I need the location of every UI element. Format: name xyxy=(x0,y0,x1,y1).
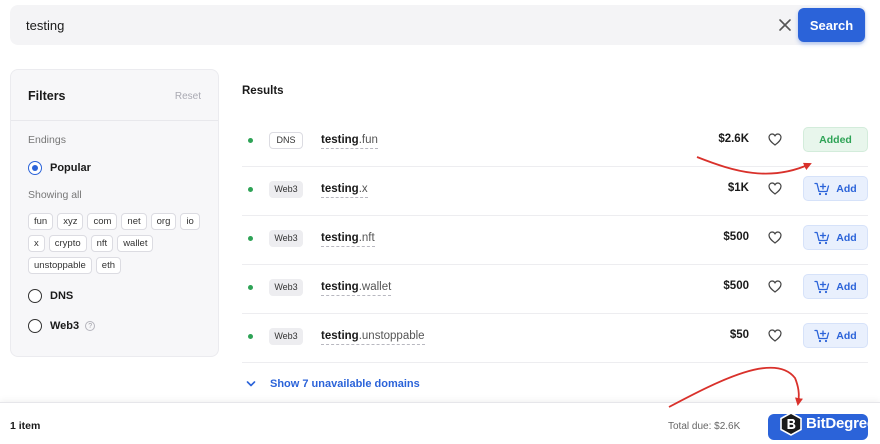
results-title: Results xyxy=(242,85,284,97)
radio-dns-control[interactable] xyxy=(28,289,42,303)
filters-divider xyxy=(11,120,218,121)
status-dot xyxy=(248,138,253,143)
cart-item-count: 1 item xyxy=(10,420,41,432)
domain-ext: .wallet xyxy=(358,281,392,293)
domain-price: $50 xyxy=(729,329,749,341)
ending-chip[interactable]: org xyxy=(150,213,177,230)
ending-chip[interactable]: nft xyxy=(90,235,114,252)
result-row: DNS testing.fun $2.6K Added xyxy=(242,118,868,167)
ending-chip[interactable]: xyz xyxy=(57,213,84,230)
domain-ext: .nft xyxy=(358,232,375,244)
ending-chip[interactable]: x xyxy=(28,235,45,252)
search-input[interactable] xyxy=(26,5,726,45)
type-badge: DNS xyxy=(269,132,303,149)
show-unavailable-label: Show 7 unavailable domains xyxy=(270,378,420,390)
cart-bar: 1 item Total due: $2.6K xyxy=(0,402,880,444)
domain-base: testing xyxy=(321,134,359,146)
cart-total-due: Total due: $2.6K xyxy=(668,421,741,432)
search-button[interactable]: Search xyxy=(798,8,865,42)
showing-label: Showing all xyxy=(28,189,82,201)
search-bar: Search xyxy=(10,5,866,45)
ending-chip[interactable]: unstoppable xyxy=(28,257,92,274)
filters-panel: Filters Reset Endings Popular Showing al… xyxy=(10,69,219,357)
add-to-cart-button[interactable]: Add xyxy=(803,323,868,348)
ending-chip[interactable]: wallet xyxy=(117,235,154,252)
bitdegree-logo-text: BitDegree xyxy=(806,415,876,432)
filters-title: Filters xyxy=(28,89,66,103)
ending-chip[interactable]: crypto xyxy=(48,235,87,252)
radio-web3-label: Web3 xyxy=(50,320,80,332)
heart-icon[interactable] xyxy=(768,329,782,342)
radio-popular[interactable]: Popular xyxy=(28,161,91,175)
domain-ext: .x xyxy=(358,183,368,195)
status-dot xyxy=(248,187,253,192)
domain-base: testing xyxy=(321,330,359,342)
ending-chip[interactable]: fun xyxy=(28,213,54,230)
bitdegree-logo: BitDegree xyxy=(780,410,875,437)
help-icon[interactable]: ? xyxy=(85,321,96,331)
cart-add-icon xyxy=(814,231,830,244)
type-badge: Web3 xyxy=(269,181,303,198)
result-row: Web3 testing.x $1K Add xyxy=(242,167,868,216)
domain-name[interactable]: testing.nft xyxy=(321,230,375,247)
bitdegree-logo-mark xyxy=(780,411,802,436)
domain-name[interactable]: testing.unstoppable xyxy=(321,328,425,345)
add-button-label: Add xyxy=(836,182,857,195)
cart-add-icon xyxy=(814,182,830,195)
cart-add-icon xyxy=(814,329,830,342)
ending-chip[interactable]: com xyxy=(87,213,118,230)
reset-link[interactable]: Reset xyxy=(175,91,201,102)
result-row: Web3 testing.wallet $500 Add xyxy=(242,265,868,314)
show-unavailable-link[interactable]: Show 7 unavailable domains xyxy=(246,378,420,390)
add-to-cart-button[interactable]: Add xyxy=(803,225,868,250)
domain-base: testing xyxy=(321,232,359,244)
radio-web3[interactable]: Web3 ? xyxy=(28,319,96,333)
domain-name[interactable]: testing.wallet xyxy=(321,279,392,296)
heart-icon[interactable] xyxy=(768,182,782,195)
heart-icon[interactable] xyxy=(768,231,782,244)
domain-price: $1K xyxy=(727,182,749,194)
endings-label: Endings xyxy=(28,134,66,146)
domain-price: $2.6K xyxy=(718,133,749,145)
cart-add-icon xyxy=(814,280,830,293)
domain-price: $500 xyxy=(723,231,749,243)
status-dot xyxy=(248,285,253,290)
add-button-label: Add xyxy=(836,280,857,293)
domain-base: testing xyxy=(321,183,359,195)
radio-dns-label: DNS xyxy=(50,290,74,302)
domain-ext: .fun xyxy=(358,134,378,146)
radio-popular-label: Popular xyxy=(50,162,91,174)
type-badge: Web3 xyxy=(269,279,303,296)
added-button[interactable]: Added xyxy=(803,127,868,152)
result-row: Web3 testing.nft $500 Add xyxy=(242,216,868,265)
add-button-label: Add xyxy=(836,231,857,244)
ending-chip[interactable]: eth xyxy=(95,257,121,274)
type-badge: Web3 xyxy=(269,230,303,247)
radio-dns[interactable]: DNS xyxy=(28,289,73,303)
chevron-down-icon xyxy=(246,381,256,387)
domain-name[interactable]: testing.x xyxy=(321,181,368,198)
add-button-label: Add xyxy=(836,329,857,342)
domain-ext: .unstoppable xyxy=(358,330,425,342)
add-to-cart-button[interactable]: Add xyxy=(803,176,868,201)
endings-chips: fun xyz com net org io x crypto nft wall… xyxy=(28,213,208,274)
radio-popular-control[interactable] xyxy=(28,161,42,175)
domain-price: $500 xyxy=(723,280,749,292)
ending-chip[interactable]: net xyxy=(121,213,147,230)
clear-icon[interactable] xyxy=(777,17,793,33)
domain-name[interactable]: testing.fun xyxy=(321,132,378,149)
heart-icon[interactable] xyxy=(768,280,782,293)
add-to-cart-button[interactable]: Add xyxy=(803,274,868,299)
radio-web3-control[interactable] xyxy=(28,319,42,333)
ending-chip[interactable]: io xyxy=(180,213,200,230)
result-row: Web3 testing.unstoppable $50 Add xyxy=(242,314,868,363)
type-badge: Web3 xyxy=(269,328,303,345)
status-dot xyxy=(248,236,253,241)
domain-base: testing xyxy=(321,281,359,293)
heart-icon[interactable] xyxy=(768,133,782,146)
status-dot xyxy=(248,334,253,339)
